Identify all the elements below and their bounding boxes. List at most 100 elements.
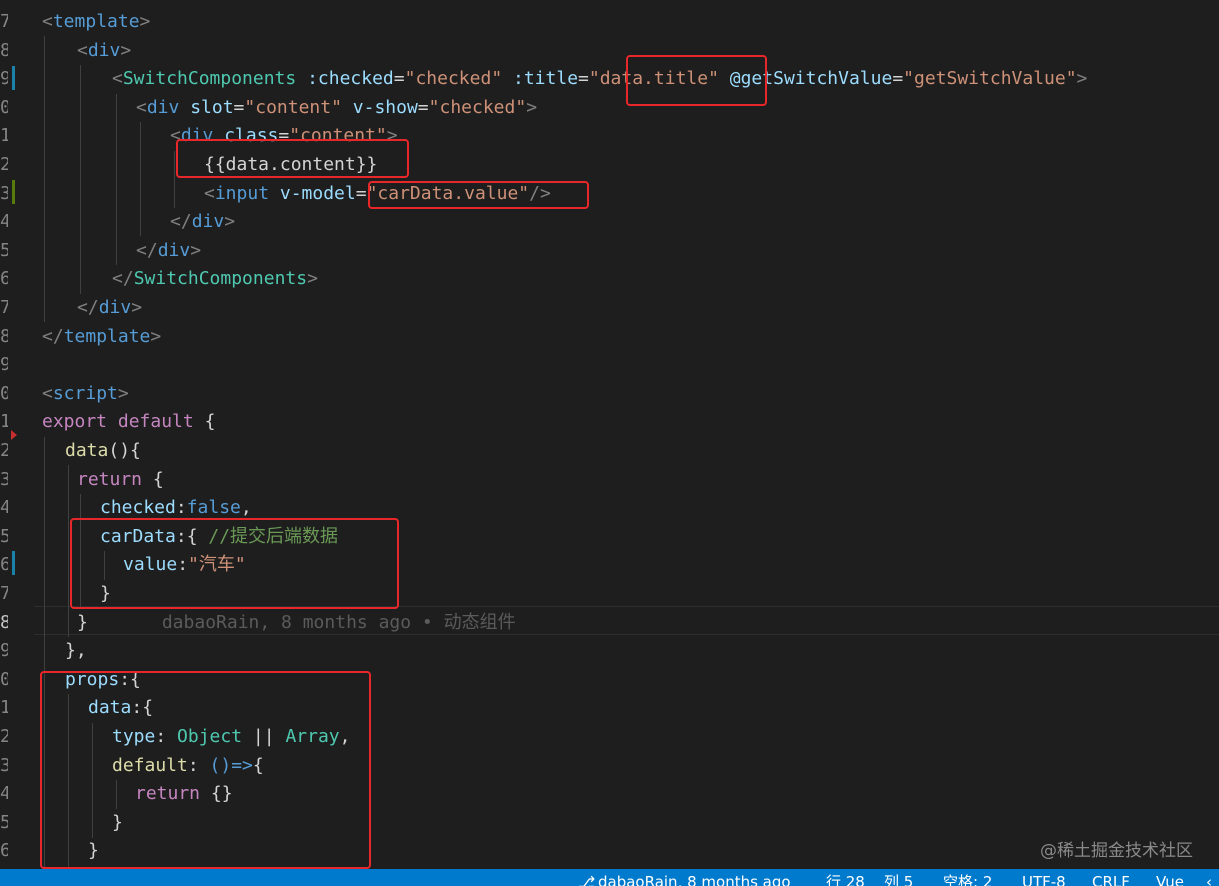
- status-encoding[interactable]: UTF-8: [1022, 874, 1066, 886]
- highlight-box: [70, 518, 399, 609]
- line-number: 6: [0, 840, 8, 862]
- code-line[interactable]: <div>: [77, 37, 131, 66]
- chevron-icon[interactable]: ‹: [1206, 874, 1212, 886]
- line-number: 9: [0, 354, 8, 376]
- token: false: [186, 497, 241, 519]
- code-line[interactable]: </SwitchComponents>: [112, 265, 318, 294]
- token: data: [65, 440, 109, 461]
- token: template: [52, 11, 140, 32]
- line-number: 1: [0, 125, 8, 147]
- status-line[interactable]: 行 28: [826, 874, 865, 886]
- status-eol[interactable]: CRLF: [1092, 874, 1130, 886]
- line-number: 6: [0, 268, 8, 290]
- code-line[interactable]: </template>: [42, 323, 161, 352]
- token: template: [63, 325, 151, 347]
- line-number: 8: [0, 611, 8, 633]
- token: =: [393, 68, 405, 90]
- line-number: 1: [0, 697, 8, 719]
- indent-guide: [174, 151, 175, 208]
- token: </: [77, 297, 99, 318]
- line-number: 0: [0, 96, 8, 118]
- line-number: 8: [0, 325, 8, 347]
- token: =: [233, 96, 245, 118]
- token: <: [77, 39, 88, 61]
- code-line[interactable]: </div>: [170, 208, 235, 237]
- token: div: [98, 297, 132, 318]
- token: div: [157, 239, 191, 261]
- code-line[interactable]: data(){: [65, 437, 141, 466]
- token: >: [131, 297, 143, 318]
- code-line[interactable]: <SwitchComponents :checked="checked" :ti…: [112, 65, 1087, 94]
- code-line[interactable]: <template>: [42, 8, 150, 37]
- indent-guide: [44, 36, 45, 322]
- status-language[interactable]: Vue: [1156, 874, 1184, 886]
- line-number: 2: [0, 440, 8, 461]
- token: :title: [502, 68, 579, 90]
- token: >: [190, 239, 202, 261]
- line-number: 4: [0, 211, 8, 233]
- line-number: 3: [0, 182, 8, 204]
- git-blame-annotation: dabaoRain, 8 months ago • 动态组件: [161, 611, 516, 633]
- token: </: [170, 211, 192, 233]
- indent-guide: [116, 94, 117, 265]
- token: >: [150, 325, 162, 347]
- modified-line-marker[interactable]: [12, 551, 15, 575]
- deleted-line-marker-icon[interactable]: [11, 430, 17, 440]
- code-line[interactable]: </div>: [77, 294, 142, 323]
- token: input: [214, 182, 270, 204]
- code-line-current[interactable]: } dabaoRain, 8 months ago • 动态组件: [77, 609, 516, 638]
- token: script: [52, 382, 118, 404]
- line-number: 3: [0, 468, 8, 490]
- line-number: 9: [0, 68, 8, 90]
- token: <: [204, 182, 215, 204]
- code-line[interactable]: },: [65, 637, 87, 666]
- line-number: 0: [0, 382, 8, 404]
- line-number: 5: [0, 525, 8, 547]
- token: (){: [108, 440, 141, 461]
- status-column[interactable]: 列 5: [884, 874, 913, 886]
- token: <: [42, 382, 53, 404]
- line-number: 2: [0, 154, 8, 175]
- highlight-box: [176, 139, 409, 178]
- line-number: 8: [0, 39, 8, 61]
- token: >: [120, 39, 132, 61]
- token: }: [77, 611, 88, 633]
- token: :: [175, 497, 187, 519]
- token: SwitchComponents: [122, 68, 297, 90]
- added-line-marker[interactable]: [12, 180, 15, 204]
- code-line[interactable]: export default {: [42, 408, 215, 437]
- token: >: [1076, 68, 1088, 90]
- code-editor[interactable]: 7 8 9 0 1 2 3 4 5 6 7 8 9 0 1 2 3 4 5 6 …: [0, 0, 1219, 869]
- token: >: [526, 96, 538, 118]
- token: {: [193, 411, 216, 433]
- modified-line-marker[interactable]: [12, 66, 15, 90]
- status-bar: ⎇ dabaoRain, 8 months ago 行 28 列 5 空格: 2…: [0, 869, 1219, 886]
- highlight-box: [368, 181, 589, 209]
- token: checked: [100, 497, 176, 519]
- token: >: [117, 382, 129, 404]
- token: slot: [179, 96, 234, 118]
- code-line[interactable]: <script>: [42, 380, 129, 409]
- line-number: 5: [0, 811, 8, 833]
- token: "checked": [404, 68, 503, 90]
- indent-guide: [140, 122, 141, 236]
- status-git-blame[interactable]: dabaoRain, 8 months ago: [598, 874, 791, 886]
- token: div: [146, 96, 180, 118]
- token: v-show: [341, 96, 418, 118]
- token: =: [892, 68, 904, 90]
- token: div: [191, 211, 225, 233]
- token: },: [65, 640, 87, 662]
- token: default: [107, 411, 194, 433]
- highlight-box: [40, 671, 371, 869]
- line-number: 5: [0, 239, 8, 261]
- code-line[interactable]: </div>: [136, 237, 201, 266]
- token: </: [136, 239, 158, 261]
- status-indentation[interactable]: 空格: 2: [943, 874, 992, 886]
- token: >: [307, 268, 318, 290]
- code-line[interactable]: <div slot="content" v-show="checked">: [136, 94, 537, 123]
- git-branch-icon: ⎇: [578, 873, 596, 886]
- token: export: [42, 411, 108, 433]
- code-line[interactable]: return {: [77, 466, 164, 495]
- line-number: 7: [0, 583, 8, 604]
- token: </: [42, 325, 64, 347]
